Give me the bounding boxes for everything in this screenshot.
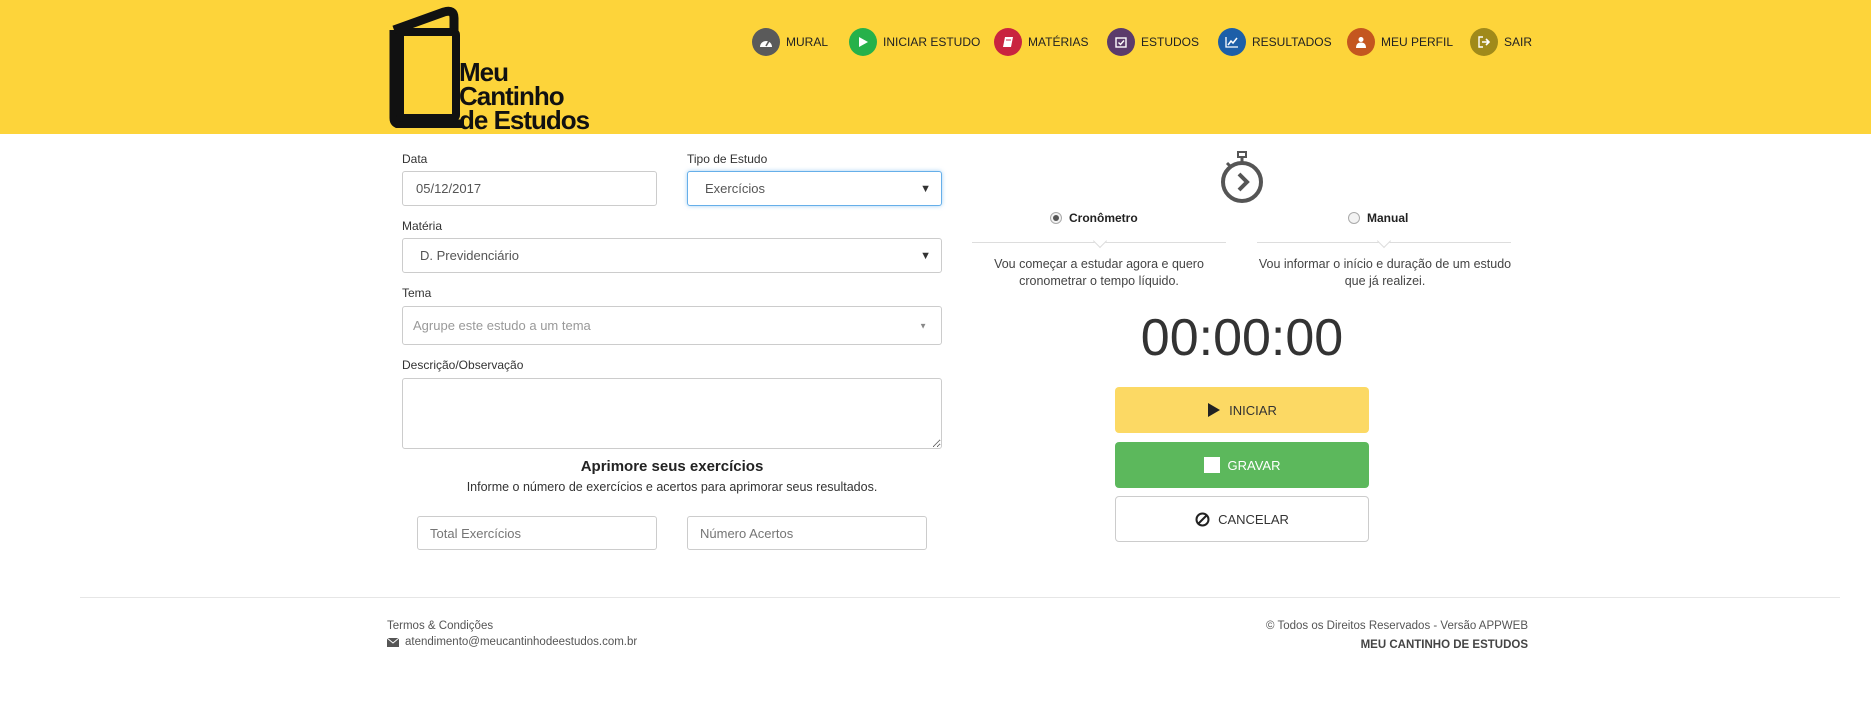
tipo-estudo-value: Exercícios (705, 181, 765, 196)
cancel-label: CANCELAR (1218, 511, 1289, 527)
caret-down-icon: ▼ (920, 249, 931, 262)
nav-resultados[interactable]: RESULTADOS (1218, 28, 1332, 56)
email-contact[interactable]: atendimento@meucantinhodeestudos.com.br (387, 636, 637, 648)
descricao-label: Descrição/Observação (402, 358, 524, 372)
mode-manual-radio[interactable]: Manual (1348, 211, 1408, 225)
start-label: INICIAR (1229, 402, 1277, 418)
manual-desc-line-2: que já realizei. (1344, 274, 1426, 288)
tipo-estudo-label: Tipo de Estudo (687, 152, 768, 166)
cancel-button[interactable]: CANCELAR (1115, 496, 1369, 542)
nav-label: INICIAR ESTUDO (883, 35, 981, 49)
book-icon (994, 28, 1022, 56)
mode-manual-label: Manual (1367, 211, 1409, 225)
nav-mural[interactable]: MURAL (752, 28, 828, 56)
user-icon (1347, 28, 1375, 56)
chart-line-icon (1218, 28, 1246, 56)
materia-value: D. Previdenciário (420, 248, 519, 263)
nav-label: MURAL (786, 35, 829, 49)
materia-select[interactable]: D. Previdenciário ▼ (402, 238, 942, 273)
cronometro-description: Vou começar a estudar agora e quero cron… (972, 256, 1226, 290)
dashboard-icon (752, 28, 780, 56)
manual-notch (1376, 233, 1392, 249)
timer-display: 00:00:00 (1140, 309, 1344, 367)
date-input[interactable]: 05/12/2017 (402, 171, 657, 206)
caret-down-icon: ▼ (920, 182, 931, 195)
total-exercicios-input[interactable] (417, 516, 657, 550)
tema-placeholder: Agrupe este estudo a um tema (413, 318, 591, 333)
top-header: Meu Cantinho de Estudos MURAL INICIAR ES… (0, 0, 1871, 134)
mode-cronometro-radio[interactable]: Cronômetro (1050, 211, 1138, 225)
nav-label: MEU PERFIL (1381, 35, 1454, 49)
play-icon (849, 28, 877, 56)
calendar-check-icon (1107, 28, 1135, 56)
nav-iniciar-estudo[interactable]: INICIAR ESTUDO (849, 28, 980, 56)
nav-estudos[interactable]: ESTUDOS (1107, 28, 1199, 56)
improve-title: Aprimore seus exercícios (580, 458, 764, 475)
date-value: 05/12/2017 (416, 181, 482, 196)
data-label: Data (402, 152, 428, 166)
cronometro-notch (1092, 233, 1108, 249)
book-logo-icon (389, 6, 464, 129)
tema-label: Tema (402, 286, 432, 300)
numero-acertos-input[interactable] (687, 516, 927, 550)
stopwatch-icon (1218, 150, 1266, 204)
nav-label: SAIR (1504, 35, 1533, 49)
footer-brand: MEU CANTINHO DE ESTUDOS (1360, 639, 1528, 651)
caret-down-icon: ▼ (919, 321, 927, 330)
nav-label: RESULTADOS (1252, 35, 1332, 49)
logo-text: Meu Cantinho de Estudos (459, 59, 590, 135)
cronometro-desc-line-2: cronometrar o tempo líquido. (1019, 274, 1179, 288)
footer-divider (80, 597, 1840, 598)
improve-subtitle: Informe o número de exercícios e acertos… (466, 480, 878, 494)
logo-line-3: de Estudos (459, 105, 590, 135)
save-label: GRAVAR (1227, 457, 1281, 473)
site-logo[interactable]: Meu Cantinho de Estudos (386, 6, 596, 133)
play-icon (1207, 402, 1221, 418)
tema-select[interactable]: Agrupe este estudo a um tema ▼ (402, 306, 942, 345)
envelope-icon (387, 637, 399, 647)
nav-label: ESTUDOS (1141, 35, 1200, 49)
copyright-text: © Todos os Direitos Reservados - Versão … (1265, 620, 1528, 632)
nav-sair[interactable]: SAIR (1470, 28, 1532, 56)
descricao-textarea[interactable] (402, 378, 942, 449)
cronometro-desc-line-1: Vou começar a estudar agora e quero (994, 257, 1204, 271)
logout-icon (1470, 28, 1498, 56)
stop-square-icon (1203, 457, 1220, 473)
manual-desc-line-1: Vou informar o início e duração de um es… (1258, 257, 1512, 271)
radio-dot (1050, 212, 1062, 224)
ban-icon (1195, 512, 1210, 527)
tipo-estudo-select[interactable]: Exercícios ▼ (687, 171, 942, 206)
mode-cronometro-label: Cronômetro (1069, 211, 1138, 225)
nav-label: MATÉRIAS (1028, 35, 1089, 49)
nav-materias[interactable]: MATÉRIAS (994, 28, 1088, 56)
radio-dot (1348, 212, 1360, 224)
start-button[interactable]: INICIAR (1115, 387, 1369, 433)
manual-description: Vou informar o início e duração de um es… (1252, 256, 1518, 290)
email-text: atendimento@meucantinhodeestudos.com.br (405, 636, 638, 648)
materia-label: Matéria (402, 219, 443, 233)
terms-link[interactable]: Termos & Condições (387, 620, 493, 632)
nav-meu-perfil[interactable]: MEU PERFIL (1347, 28, 1453, 56)
save-button[interactable]: GRAVAR (1115, 442, 1369, 488)
